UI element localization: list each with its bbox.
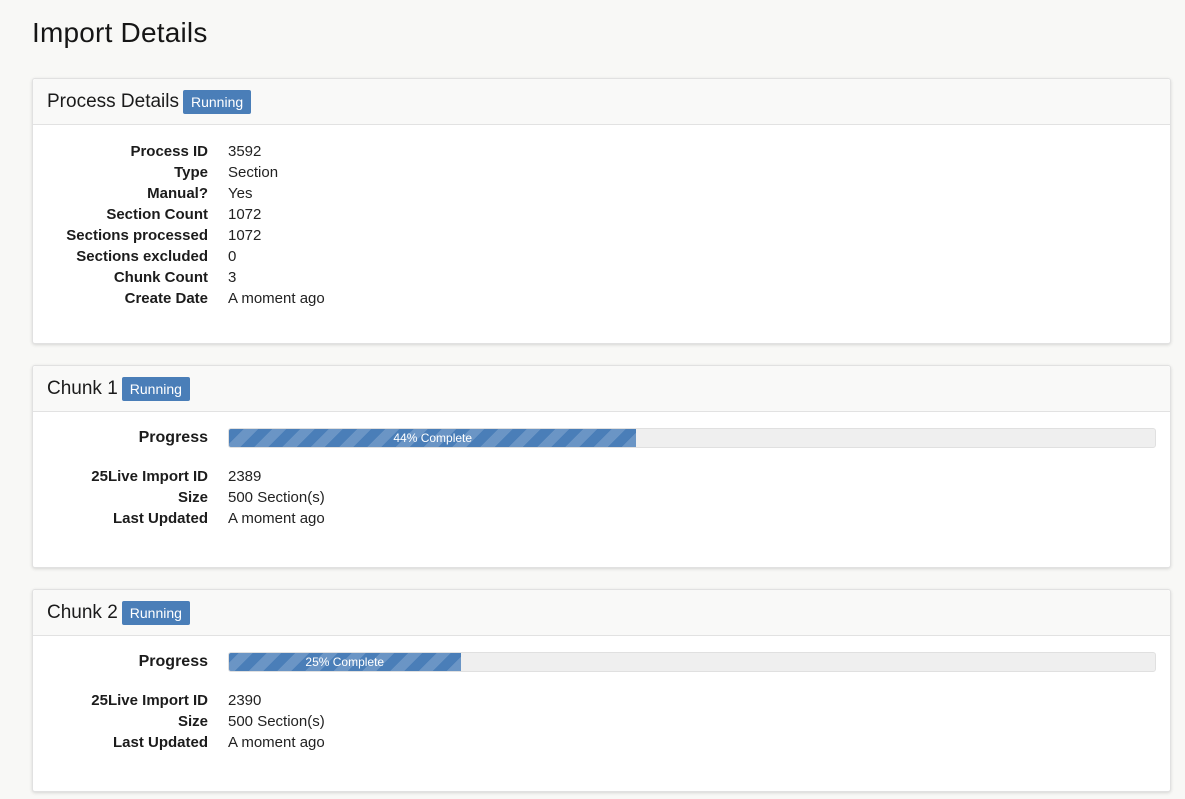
detail-label: Size [177, 713, 208, 730]
progress-row: Progress 44% Complete [33, 426, 1156, 450]
detail-row-size: Size 500 Section(s) [33, 711, 1156, 732]
detail-row-sections-excluded: Sections excluded 0 [33, 246, 1156, 267]
detail-value: 3592 [228, 143, 262, 160]
progress-bar: 25% Complete [228, 652, 1156, 672]
status-badge: Running [121, 600, 190, 625]
status-badge: Running [183, 89, 252, 114]
detail-row-create-date: Create Date A moment ago [33, 288, 1156, 309]
detail-row-type: Type Section [33, 162, 1156, 183]
detail-value: A moment ago [228, 290, 325, 307]
detail-label: Size [177, 489, 208, 506]
detail-row-sections-processed: Sections processed 1072 [33, 225, 1156, 246]
process-details-card: Process Details Running Process ID 3592 … [32, 78, 1171, 344]
process-details-header: Process Details Running [33, 79, 1170, 125]
progress-row: Progress 25% Complete [33, 650, 1156, 674]
detail-label: Manual? [147, 185, 208, 202]
detail-value: 1072 [228, 227, 262, 244]
chunk-2-title: Chunk 2 [47, 601, 118, 623]
chunk-1-body: Progress 44% Complete 25Live Import ID 2… [33, 412, 1170, 567]
detail-value: 500 Section(s) [228, 713, 325, 730]
detail-row-manual: Manual? Yes [33, 183, 1156, 204]
progress-fill: 25% Complete [229, 653, 461, 671]
progress-bar: 44% Complete [228, 428, 1156, 448]
detail-row-last-updated: Last Updated A moment ago [33, 508, 1156, 529]
chunk-2-header: Chunk 2 Running [33, 590, 1170, 636]
detail-label: 25Live Import ID [91, 692, 208, 709]
detail-row-process-id: Process ID 3592 [33, 141, 1156, 162]
detail-value: A moment ago [228, 734, 325, 751]
detail-row-size: Size 500 Section(s) [33, 487, 1156, 508]
page-title: Import Details [32, 17, 208, 48]
detail-value: A moment ago [228, 510, 325, 527]
progress-label: Progress [138, 429, 208, 446]
progress-fill: 44% Complete [229, 429, 637, 447]
detail-row-import-id: 25Live Import ID 2389 [33, 466, 1156, 487]
chunk-2-body: Progress 25% Complete 25Live Import ID 2… [33, 636, 1170, 791]
progress-label: Progress [138, 653, 208, 670]
detail-value: 1072 [228, 206, 262, 223]
process-details-body: Process ID 3592 Type Section Manual? Yes… [33, 125, 1170, 343]
detail-value: 2389 [228, 468, 262, 485]
detail-label: Sections excluded [76, 248, 208, 265]
detail-label: Last Updated [112, 510, 208, 527]
detail-label: Process ID [130, 143, 208, 160]
detail-row-import-id: 25Live Import ID 2390 [33, 690, 1156, 711]
detail-value: 3 [228, 269, 237, 286]
import-details-page: Import Details Process Details Running P… [0, 0, 1185, 799]
process-details-title: Process Details [47, 90, 179, 112]
chunk-1-title: Chunk 1 [47, 377, 118, 399]
chunk-2-card: Chunk 2 Running Progress 25% Complete 25… [32, 589, 1171, 792]
status-badge: Running [121, 376, 190, 401]
detail-value: Section [228, 164, 279, 181]
detail-value: 2390 [228, 692, 262, 709]
detail-label: Last Updated [112, 734, 208, 751]
detail-label: Sections processed [66, 227, 208, 244]
detail-value: 500 Section(s) [228, 489, 325, 506]
chunk-1-card: Chunk 1 Running Progress 44% Complete 25… [32, 365, 1171, 568]
detail-label: Chunk Count [113, 269, 208, 286]
chunk-1-header: Chunk 1 Running [33, 366, 1170, 412]
detail-row-last-updated: Last Updated A moment ago [33, 732, 1156, 753]
detail-value: 0 [228, 248, 237, 265]
detail-label: Section Count [106, 206, 208, 223]
detail-row-section-count: Section Count 1072 [33, 204, 1156, 225]
detail-label: 25Live Import ID [91, 468, 208, 485]
detail-label: Create Date [124, 290, 208, 307]
detail-value: Yes [228, 185, 253, 202]
detail-label: Type [174, 164, 208, 181]
detail-row-chunk-count: Chunk Count 3 [33, 267, 1156, 288]
